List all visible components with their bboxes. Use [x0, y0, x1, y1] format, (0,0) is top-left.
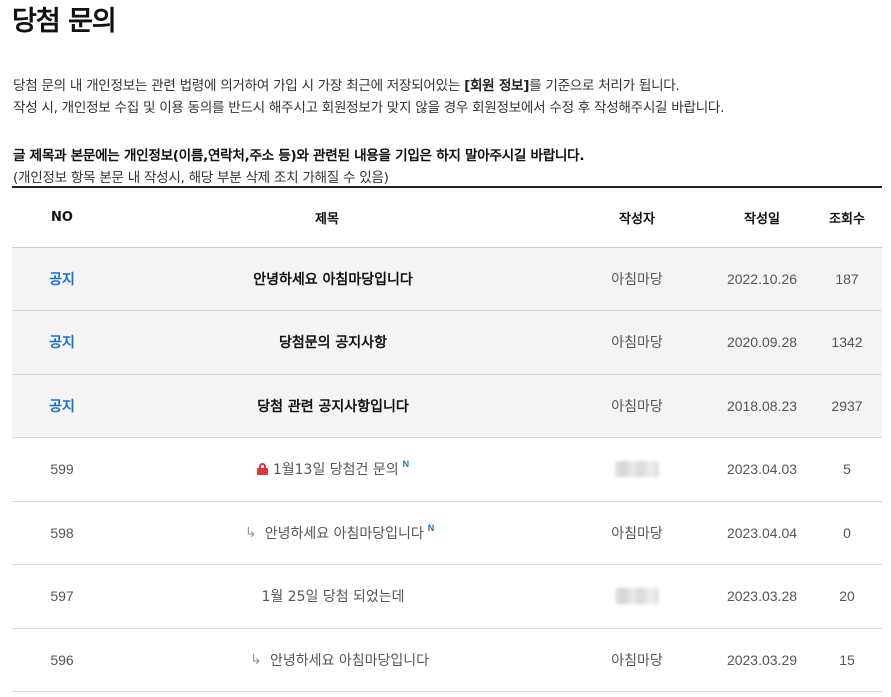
row-writer: 아침마당: [542, 628, 712, 692]
row-no: 598: [12, 501, 112, 565]
row-no: 597: [12, 564, 112, 629]
blurred-writer-name: [615, 461, 659, 478]
reply-arrow-icon: ↳: [244, 524, 257, 541]
row-hits: 1342: [812, 310, 882, 375]
inquiry-board-table: NO 제목 작성자 작성일 조회수 공지 안녕하세요 아침마당입니다 아침마당 …: [12, 186, 882, 692]
row-hits: 5: [812, 437, 882, 502]
row-writer: 아침마당: [542, 374, 712, 438]
notice-warning: 글 제목과 본문에는 개인정보(이름,연락처,주소 등)와 관련된 내용을 기입…: [13, 148, 585, 164]
row-writer: 아침마당: [542, 501, 712, 565]
header-writer: 작성자: [542, 187, 712, 248]
row-date: 2022.10.26: [712, 247, 812, 311]
row-writer: [542, 564, 712, 629]
blurred-writer-name: [615, 588, 659, 605]
row-hits: 187: [812, 247, 882, 311]
row-date: 2020.09.28: [712, 310, 812, 375]
row-hits: 2937: [812, 374, 882, 438]
row-hits: 0: [812, 501, 882, 565]
notice-line-2: 작성 시, 개인정보 수집 및 이용 동의를 반드시 해주시고 회원정보가 맞지…: [13, 100, 725, 116]
table-row[interactable]: 공지 안녕하세요 아침마당입니다 아침마당 2022.10.26 187: [12, 247, 882, 311]
row-title-link[interactable]: 1월13일 당첨건 문의 N: [112, 437, 542, 502]
table-header-row: NO 제목 작성자 작성일 조회수: [12, 187, 882, 248]
header-hits: 조회수: [812, 187, 882, 248]
row-no: 599: [12, 437, 112, 502]
table-row[interactable]: 596 ↳ 안녕하세요 아침마당입니다 아침마당 2023.03.29 15: [12, 628, 882, 692]
header-no: NO: [12, 187, 112, 248]
table-row[interactable]: 599 1월13일 당첨건 문의 N 2023.04.03 5: [12, 437, 882, 502]
row-date: 2023.04.03: [712, 437, 812, 502]
row-hits: 15: [812, 628, 882, 692]
row-date: 2023.03.29: [712, 628, 812, 692]
row-title-link[interactable]: 안녕하세요 아침마당입니다: [112, 247, 542, 311]
row-date: 2023.04.04: [712, 501, 812, 565]
row-no: 공지: [12, 374, 112, 438]
header-title: 제목: [112, 187, 542, 248]
row-no: 596: [12, 628, 112, 692]
row-no: 공지: [12, 247, 112, 311]
table-row[interactable]: 598 ↳ 안녕하세요 아침마당입니다 N 아침마당 2023.04.04 0: [12, 501, 882, 565]
lock-icon: [256, 463, 268, 476]
new-badge-icon: N: [402, 459, 410, 470]
table-row[interactable]: 공지 당첨문의 공지사항 아침마당 2020.09.28 1342: [12, 310, 882, 375]
row-writer: [542, 437, 712, 502]
header-date: 작성일: [712, 187, 812, 248]
reply-arrow-icon: ↳: [250, 651, 262, 668]
row-title-link[interactable]: ↳ 안녕하세요 아침마당입니다: [112, 628, 542, 692]
row-date: 2018.08.23: [712, 374, 812, 438]
row-hits: 20: [812, 564, 882, 629]
page-title: 당첨 문의: [12, 6, 117, 37]
row-title-link[interactable]: ↳ 안녕하세요 아침마당입니다 N: [112, 501, 542, 565]
row-title-link[interactable]: 당첨 관련 공지사항입니다: [112, 374, 542, 438]
new-badge-icon: N: [427, 522, 435, 533]
row-writer: 아침마당: [542, 247, 712, 311]
row-no: 공지: [12, 310, 112, 375]
row-date: 2023.03.28: [712, 564, 812, 629]
row-title-link[interactable]: 1월 25일 당첨 되었는데: [112, 564, 542, 629]
row-writer: 아침마당: [542, 310, 712, 375]
table-row[interactable]: 597 1월 25일 당첨 되었는데 2023.03.28 20: [12, 564, 882, 629]
notice-line-1: 당첨 문의 내 개인정보는 관련 법령에 의거하여 가입 시 가장 최근에 저장…: [13, 78, 680, 94]
row-title-link[interactable]: 당첨문의 공지사항: [112, 310, 542, 375]
table-row[interactable]: 공지 당첨 관련 공지사항입니다 아침마당 2018.08.23 2937: [12, 374, 882, 438]
